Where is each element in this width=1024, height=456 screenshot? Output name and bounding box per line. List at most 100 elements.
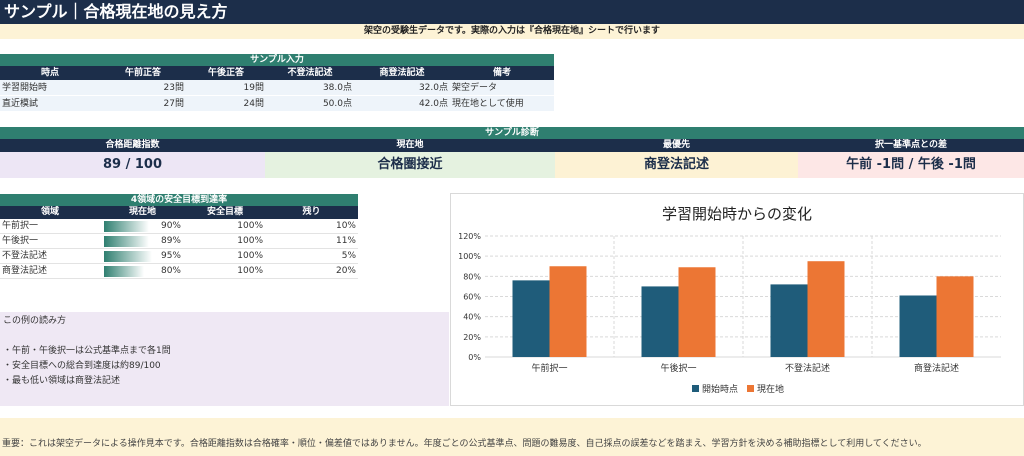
current-value: 95% [160,251,181,261]
col-header: 合格距離指数 [105,140,160,150]
remaining-value: 20% [335,266,356,276]
area-achievement-table: 4領域の安全目標到達率 領域 現在地 安全目標 残り 午前択一 90% 100% 10… [0,194,358,279]
remaining-value: 11% [335,236,356,246]
top-priority-value: 商登法記述 [555,152,798,178]
bar-current [936,276,974,357]
diagnosis-values: 89 / 100 合格圏接近 商登法記述 午前 -1問 / 午後 -1問 [0,152,1024,178]
change-chart[interactable]: 学習開始時からの変化 0% 20% 40% 60% 80% 100% 120% 午前択一 午後択一… [450,193,1024,406]
area-name: 午前択一 [2,221,39,231]
current-cell: 80% [100,264,185,278]
table-row: 学習開始時 23問 19問 38.0点 32.0点 架空データ [0,80,554,96]
diagnosis-section: サンプル診断 合格距離指数 現在地 最優先 択一基準点との差 89 / 100 … [0,127,1024,178]
chart-svg: 学習開始時からの変化 0% 20% 40% 60% 80% 100% 120% 午前択一 午後択一… [458,205,1001,395]
area-name: 午後択一 [2,236,39,246]
y-tick-label: 100% [458,252,481,261]
current-cell: 89% [100,234,185,248]
cell[interactable]: 学習開始時 [0,80,100,95]
page-title: サンプル｜合格現在地の見え方 [0,0,1024,24]
target-value: 100% [237,266,263,276]
table-row: 午後択一 89% 100% 11% [0,234,358,249]
legend-swatch [692,385,699,392]
current-status-value: 合格圏接近 [265,152,555,178]
y-tick-label: 40% [463,313,481,322]
cell[interactable]: 42.0点 [354,96,450,111]
remaining-value: 10% [335,221,356,231]
reading-line: ・安全目標への総合到達度は約89/100 [3,361,161,371]
bar-start [641,286,679,357]
cell[interactable]: 27問 [100,96,186,111]
current-cell: 95% [100,249,185,263]
current-value: 80% [160,266,181,276]
current-value: 89% [160,236,181,246]
reading-line: ・午前・午後択一は公式基準点まで各1問 [3,346,171,356]
distance-index-value: 89 / 100 [0,152,265,178]
cell[interactable]: 19問 [186,80,266,95]
y-tick-label: 60% [463,293,481,302]
cell[interactable]: 23問 [100,80,186,95]
area-name: 商登法記述 [2,266,48,276]
bar-current [549,266,587,357]
y-tick-label: 0% [468,353,481,362]
area-table-title: 4領域の安全目標到達率 [0,194,358,206]
legend-label: 開始時点 [702,383,738,395]
x-tick-label: 午後択一 [660,362,696,374]
bar-start [512,280,550,357]
col-header: 領域 [40,207,59,217]
col-header: 最優先 [662,140,690,150]
target-value: 100% [237,251,263,261]
current-cell: 90% [100,219,185,233]
notice-bar: 架空の受験生データです。実際の入力は『合格現在地』シートで行います [0,24,1024,39]
sample-input-header: 時点 午前正答 午後正答 不登法記述 商登法記述 備考 [0,66,554,80]
reading-guide-panel: この例の読み方 ・午前・午後択一は公式基準点まで各1問 ・安全目標への総合到達度… [0,312,449,406]
col-header: 備考 [492,68,511,78]
table-row: 午前択一 90% 100% 10% [0,219,358,234]
cell[interactable]: 現在地として使用 [450,96,554,111]
cell[interactable]: 38.0点 [266,80,354,95]
area-table-header: 領域 現在地 安全目標 残り [0,206,358,219]
target-value: 100% [237,236,263,246]
diagnosis-title: サンプル診断 [0,127,1024,139]
col-header: 商登法記述 [379,68,425,78]
cell[interactable]: 50.0点 [266,96,354,111]
col-header: 択一基準点との差 [875,140,947,150]
cell[interactable]: 32.0点 [354,80,450,95]
chart-title: 学習開始時からの変化 [662,205,812,223]
bar-start [899,295,937,357]
disclaimer-footer: 重要：これは架空データによる操作見本です。合格距離指数は合格確率・順位・偏差値で… [0,418,1024,456]
x-tick-label: 午前択一 [531,362,567,374]
baseline-diff-value: 午前 -1問 / 午後 -1問 [798,152,1024,178]
x-tick-label: 商登法記述 [914,362,959,374]
cell[interactable]: 直近模試 [0,96,100,111]
bar-current [807,261,845,357]
legend-swatch [747,385,754,392]
diagnosis-header: 合格距離指数 現在地 最優先 択一基準点との差 [0,139,1024,152]
sample-input-title: サンプル入力 [0,54,554,66]
bar-current [678,267,716,357]
cell[interactable]: 24問 [186,96,266,111]
table-row: 直近模試 27問 24問 50.0点 42.0点 現在地として使用 [0,96,554,112]
table-row: 商登法記述 80% 100% 20% [0,264,358,279]
col-header: 午後正答 [207,68,244,78]
current-value: 90% [160,221,181,231]
col-header: 現在地 [396,140,424,150]
y-tick-label: 120% [458,232,481,241]
cell[interactable]: 架空データ [450,80,554,95]
reading-guide-title: この例の読み方 [3,316,67,326]
table-row: 不登法記述 95% 100% 5% [0,249,358,264]
bar-start [770,284,808,357]
col-header: 安全目標 [206,207,243,217]
col-header: 午前正答 [124,68,161,78]
y-tick-label: 80% [463,272,481,281]
remaining-value: 5% [341,251,356,261]
y-tick-label: 20% [463,333,481,342]
x-tick-label: 不登法記述 [785,362,830,374]
col-header: 現在地 [128,207,156,217]
legend-label: 現在地 [757,383,784,395]
area-name: 不登法記述 [2,251,48,261]
col-header: 不登法記述 [287,68,333,78]
col-header: 時点 [40,68,59,78]
target-value: 100% [237,221,263,231]
col-header: 残り [302,207,321,217]
reading-line: ・最も低い領域は商登法記述 [3,376,121,386]
sample-input-table: サンプル入力 時点 午前正答 午後正答 不登法記述 商登法記述 備考 学習開始時… [0,54,554,112]
